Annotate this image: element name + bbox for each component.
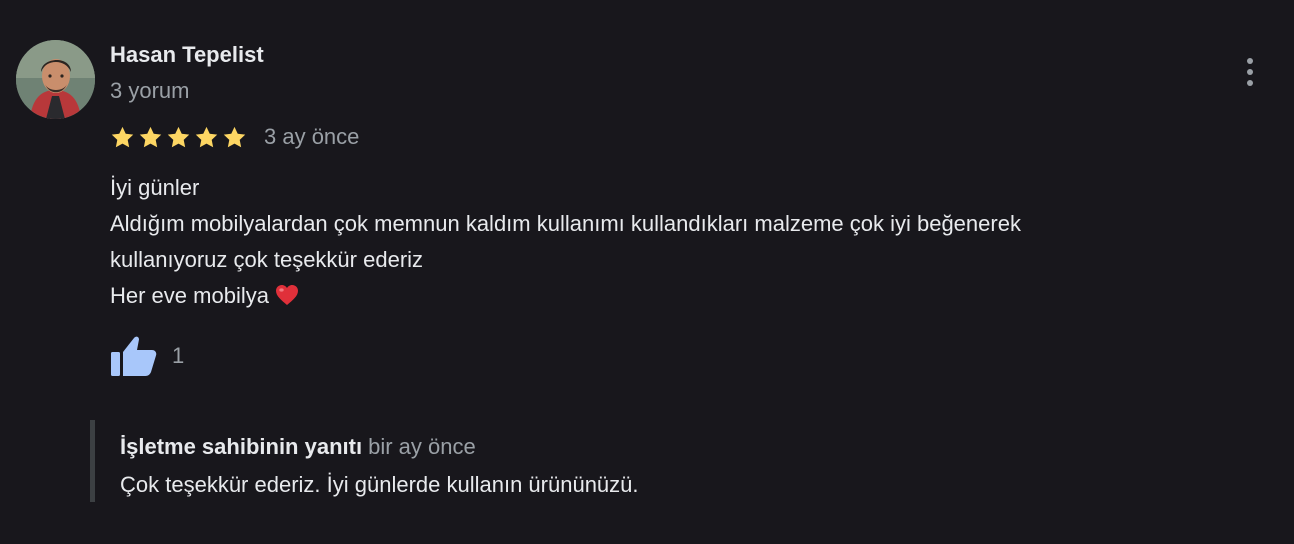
heart-icon xyxy=(275,285,298,305)
review-text-line: Aldığım mobilyalardan çok memnun kaldım … xyxy=(110,211,1021,236)
owner-response-date: bir ay önce xyxy=(368,434,476,459)
star-icon xyxy=(223,126,246,147)
review-text-line: kullanıyoruz çok teşekkür ederiz xyxy=(110,247,424,272)
like-count: 1 xyxy=(172,343,185,368)
more-options-button[interactable] xyxy=(1236,55,1264,91)
review-text-line: İyi günler xyxy=(110,175,200,200)
reviewer-name[interactable]: Hasan Tepelist xyxy=(110,42,264,68)
review-text: İyi günler Aldığım mobilyalardan çok mem… xyxy=(110,170,1230,314)
reviewer-review-count[interactable]: 3 yorum xyxy=(110,78,189,104)
thumb-up-icon xyxy=(111,336,157,376)
owner-response-text: Çok teşekkür ederiz. İyi günlerde kullan… xyxy=(120,472,639,497)
review-text-line-content: Her eve mobilya xyxy=(110,283,269,308)
avatar[interactable] xyxy=(16,40,95,119)
rating-row: 3 ay önce xyxy=(110,122,359,152)
star-icon xyxy=(167,126,190,147)
star-icon xyxy=(111,126,134,147)
like-button[interactable]: 1 xyxy=(108,334,184,378)
review-text-line-last: Her eve mobilya xyxy=(110,278,1230,314)
owner-response-header: İşletme sahibinin yanıtı bir ay önce xyxy=(120,434,476,460)
star-icon xyxy=(139,126,162,147)
star-icon xyxy=(195,126,218,147)
owner-response-title: İşletme sahibinin yanıtı xyxy=(120,434,363,459)
more-vert-icon xyxy=(1247,58,1253,86)
avatar-image xyxy=(16,40,95,119)
review-date: 3 ay önce xyxy=(264,124,360,149)
owner-response: İşletme sahibinin yanıtı bir ay önce Çok … xyxy=(90,420,1195,502)
star-rating xyxy=(110,125,247,150)
